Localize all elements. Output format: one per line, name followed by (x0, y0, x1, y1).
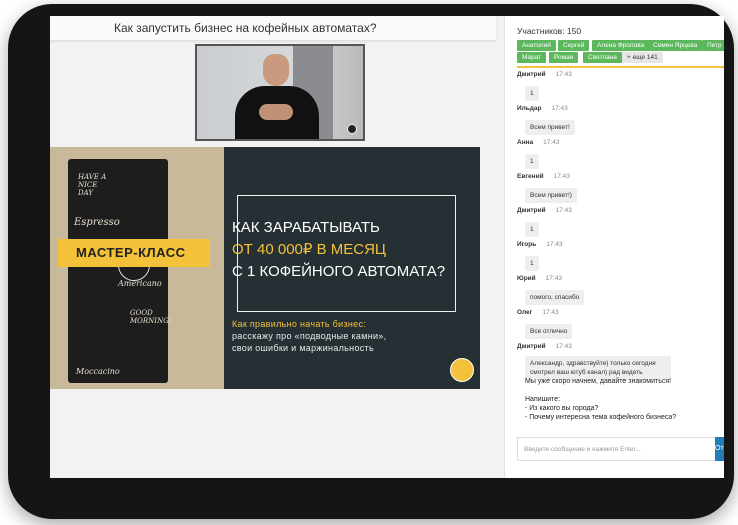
chat-message: Дмитрий 17:43 1 (517, 207, 722, 237)
chat-panel: Участников: 150 Анатолий Сергей Алена Фр… (504, 16, 724, 478)
message-text: помого, спасибо (525, 290, 585, 305)
chat-message: Юрий 17:43 помого, спасибо (517, 275, 722, 305)
chat-message: Дмитрий 17:43 Александр, здравствуйте) то… (517, 343, 722, 380)
host-message-line2: Напишите: (525, 396, 561, 403)
machine-word-2: Espresso (74, 217, 120, 228)
machine-word-3: Americano (118, 279, 162, 288)
participant-tag[interactable]: Роман (549, 52, 579, 63)
message-author: Дмитрий (517, 343, 546, 350)
slide-badge-label: МАСТЕР-КЛАСС (76, 245, 186, 260)
message-text: 1 (525, 86, 539, 101)
coffee-machine-image: HAVE A NICE DAY Espresso Americano GOOD … (68, 159, 172, 383)
message-author: Олег (517, 309, 533, 316)
message-author: Анна (517, 139, 534, 146)
message-author: Игорь (517, 241, 537, 248)
message-author: Юрий (517, 275, 536, 282)
machine-word-5: Moccacino (76, 367, 120, 376)
tablet-device: Как запустить бизнес на кофейных автомат… (0, 0, 738, 525)
participant-tag[interactable]: Петр (702, 40, 724, 51)
slide-sub-line1: Как правильно начать бизнес: (232, 319, 367, 329)
message-text: Всем привет!) (525, 188, 577, 203)
participant-tag[interactable]: Семен Ярцева (648, 40, 703, 51)
chat-divider (517, 66, 724, 68)
chat-message: Дмитрий 17:43 1 (517, 71, 722, 101)
chat-message: Олег 17:43 Все отлично (517, 309, 722, 339)
participant-tag[interactable]: Сергей (558, 40, 590, 51)
message-time: 17:43 (555, 207, 572, 214)
more-participants-tag[interactable]: + еще 141 (622, 52, 663, 63)
message-text: 1 (525, 256, 539, 271)
participant-tag[interactable]: Светлана (583, 52, 622, 63)
webinar-title-bar: Как запустить бизнес на кофейных автомат… (50, 16, 496, 41)
tablet-screen: Как запустить бизнес на кофейных автомат… (50, 16, 724, 478)
machine-word-1: HAVE A NICE DAY (78, 173, 107, 197)
slide-headline-line2: ОТ 40 000₽ В МЕСЯЦ (232, 241, 387, 258)
host-message-line3: - Из какого вы города? (525, 405, 599, 412)
slide-headline: КАК ЗАРАБАТЫВАТЬ ОТ 40 000₽ В МЕСЯЦ С 1 … (232, 217, 445, 283)
participant-tag[interactable]: Анатолий (517, 40, 556, 51)
presenter-hands (259, 104, 293, 120)
host-message-line1: Мы уже скоро начнем, давайте знакомиться… (525, 378, 672, 385)
message-text: 1 (525, 154, 539, 169)
chat-message: Анна 17:43 1 (517, 139, 722, 169)
slide-subtitle: Как правильно начать бизнес: расскажу пр… (232, 318, 386, 354)
message-text: Все отлично (525, 324, 573, 339)
chat-message: Ильдар 17:43 Всем привет! (517, 105, 722, 135)
message-time: 17:43 (555, 71, 572, 78)
participants-count: Участников: 150 (517, 26, 582, 36)
message-author: Дмитрий (517, 71, 546, 78)
message-input[interactable] (518, 439, 715, 460)
webcam-settings-icon[interactable] (347, 124, 357, 134)
host-message-line4: - Почему интересна тема кофейного бизнес… (525, 414, 677, 421)
brand-logo-icon (450, 358, 474, 382)
slide-headline-line1: КАК ЗАРАБАТЫВАТЬ (232, 219, 380, 236)
message-author: Дмитрий (517, 207, 546, 214)
message-time: 17:43 (553, 173, 570, 180)
webinar-title: Как запустить бизнес на кофейных автомат… (114, 21, 377, 35)
message-time: 17:43 (546, 241, 563, 248)
machine-word-4: GOOD MORNING! (130, 309, 172, 325)
message-input-box (517, 437, 717, 461)
message-time: 17:43 (543, 139, 560, 146)
slide-badge: МАСТЕР-КЛАСС (58, 239, 210, 267)
message-time: 17:43 (555, 343, 572, 350)
message-author: Евгений (517, 173, 544, 180)
message-author: Ильдар (517, 105, 542, 112)
presenter-webcam[interactable] (195, 44, 365, 141)
send-button[interactable]: Отправить (715, 437, 724, 461)
message-time: 17:43 (551, 105, 568, 112)
chat-message: Игорь 17:43 1 (517, 241, 722, 271)
slide-sub-line3: свои ошибки и маржинальность (232, 343, 374, 353)
message-time: 17:43 (545, 275, 562, 282)
presenter-head (263, 54, 289, 86)
presentation-slide: HAVE A NICE DAY Espresso Americano GOOD … (50, 147, 480, 389)
slide-sub-line2: расскажу про «подводные камни», (232, 331, 387, 341)
message-text: Всем привет! (525, 120, 575, 135)
webinar-stage: Как запустить бизнес на кофейных автомат… (50, 16, 504, 478)
message-list: Дмитрий 17:43 1 Ильдар 17:43 Всем привет! … (517, 71, 722, 384)
chat-message: Евгений 17:43 Всем привет!) (517, 173, 722, 203)
slide-headline-line3: С 1 КОФЕЙНОГО АВТОМАТА? (232, 263, 446, 280)
message-time: 17:43 (542, 309, 559, 316)
message-text: 1 (525, 222, 539, 237)
participant-tag[interactable]: Марат (517, 52, 547, 63)
participant-tag[interactable]: Алена Фролова (592, 40, 650, 51)
